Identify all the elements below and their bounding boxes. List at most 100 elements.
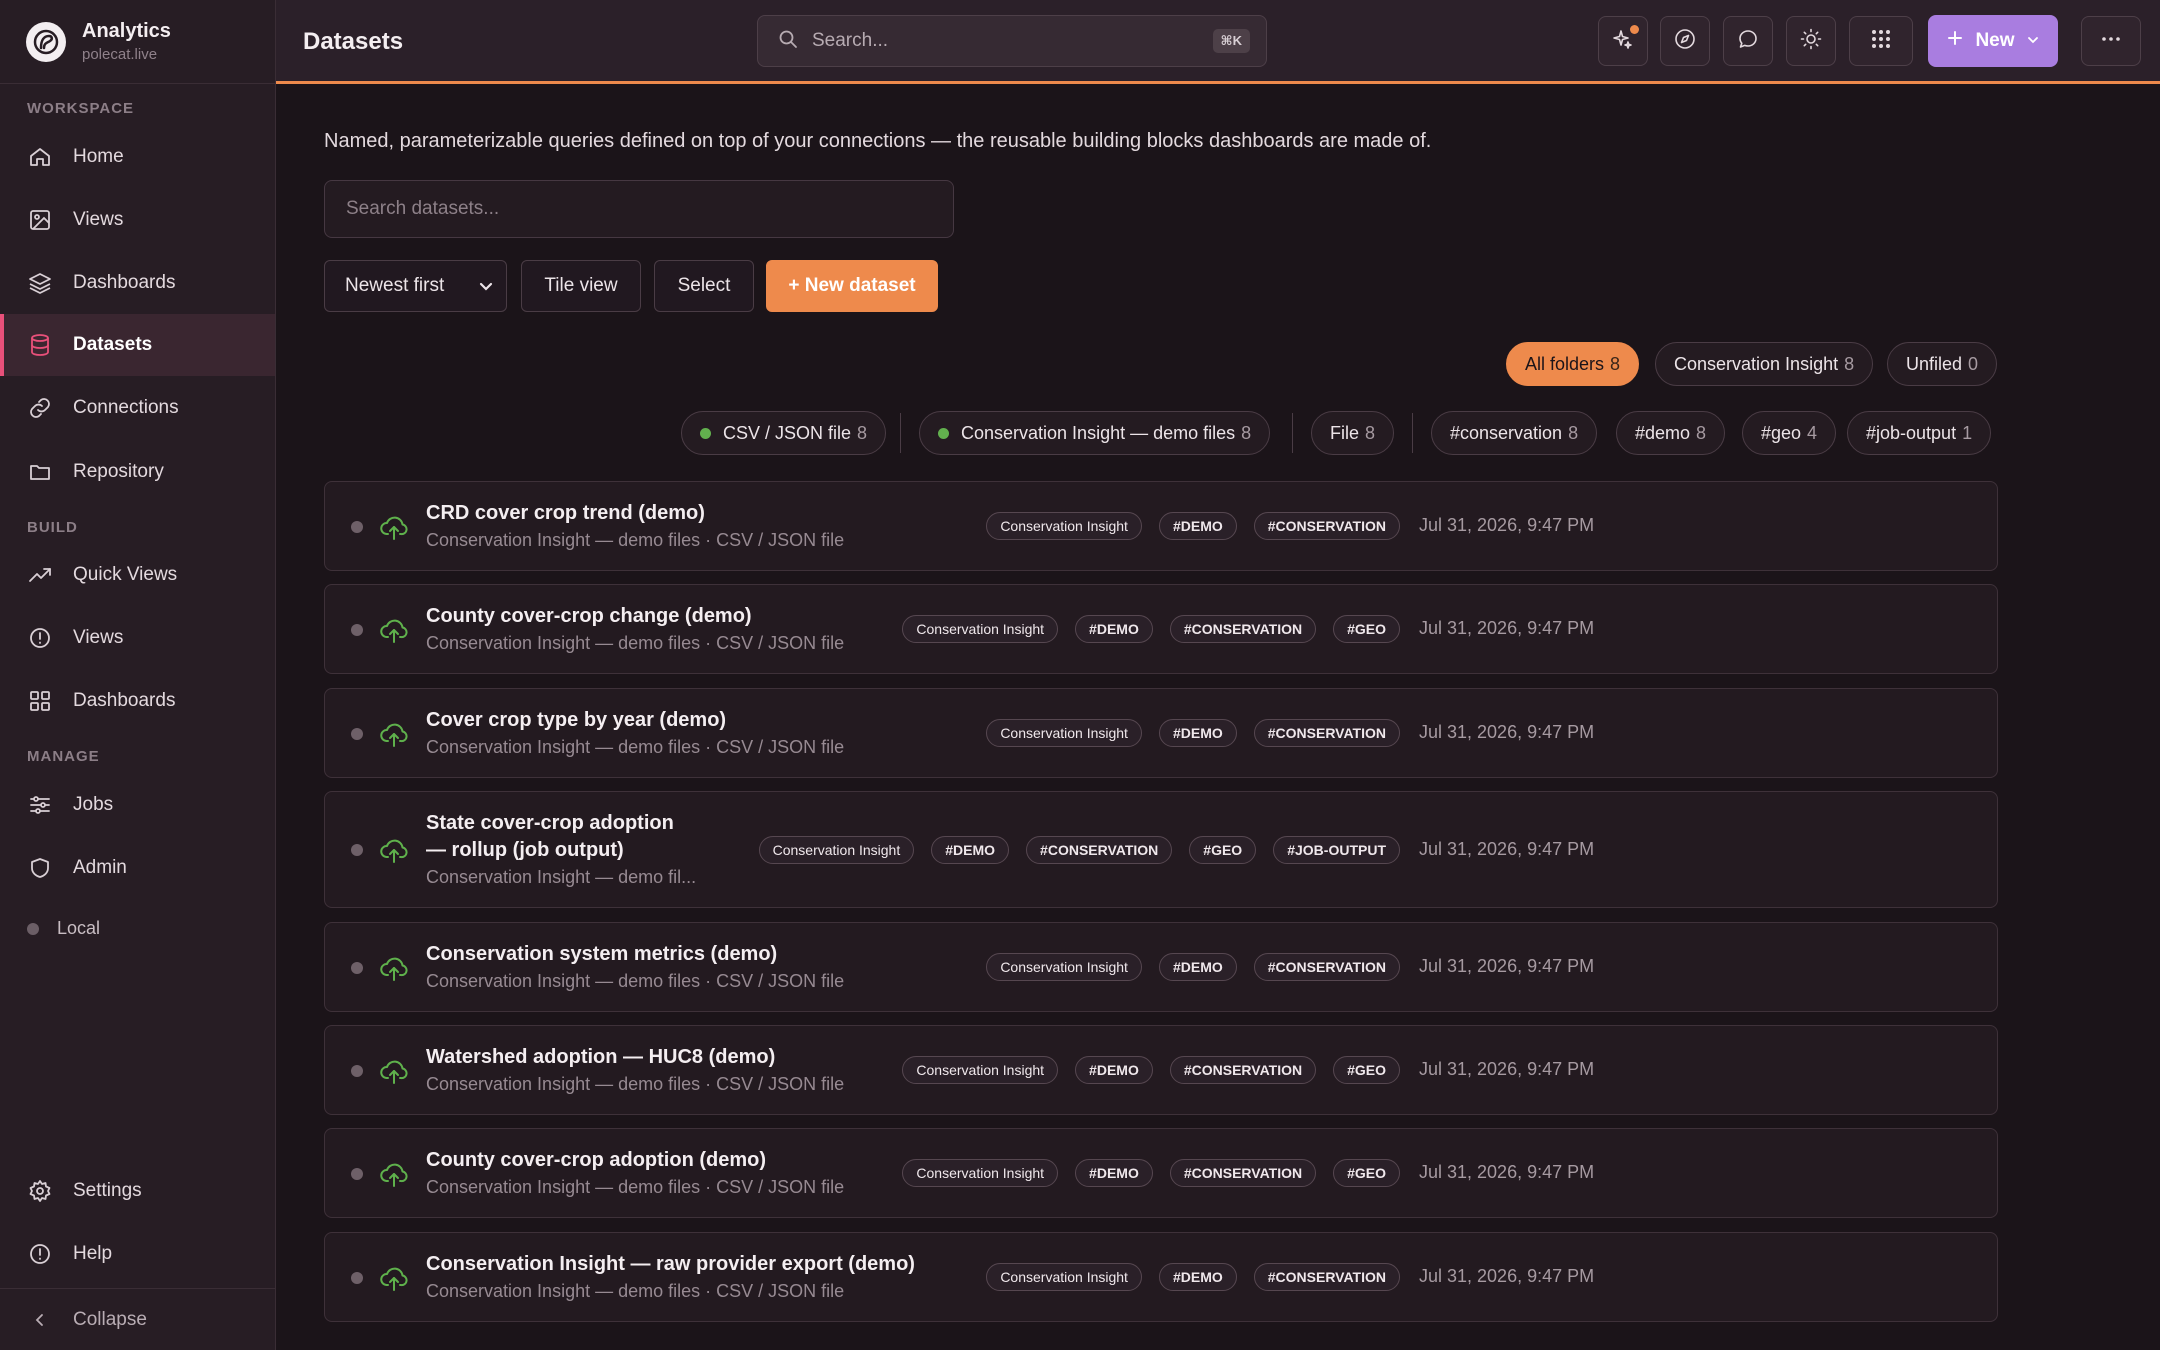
dataset-row[interactable]: Cover crop type by year (demo) Conservat… — [324, 688, 1998, 778]
tag-badge[interactable]: #GEO — [1333, 615, 1400, 643]
tag-badge[interactable]: #CONSERVATION — [1169, 1159, 1317, 1187]
filter-chip-kind[interactable]: File 8 — [1311, 411, 1395, 455]
dataset-name[interactable]: County cover-crop change (demo) — [426, 605, 752, 628]
dataset-name[interactable]: CRD cover crop trend (demo) — [426, 502, 705, 525]
tag-badge[interactable]: #CONSERVATION — [1253, 719, 1400, 747]
chip-count: 8 — [1568, 422, 1579, 443]
tag-badge[interactable]: #CONSERVATION — [1169, 615, 1317, 643]
sidebar-item-label: Admin — [73, 857, 127, 878]
tag-badge[interactable]: #DEMO — [1075, 1056, 1153, 1084]
sidebar-item-quick-views[interactable]: Quick Views — [0, 544, 275, 606]
sort-select[interactable]: Newest first — [324, 260, 507, 312]
new-button[interactable]: New — [1928, 15, 2058, 67]
grid-icon — [27, 688, 53, 714]
tag-badge[interactable]: #DEMO — [1158, 512, 1237, 540]
explore-button[interactable] — [1660, 16, 1710, 66]
sidebar-item-build-views[interactable]: Views — [0, 607, 275, 669]
tag-badge[interactable]: #CONSERVATION — [1253, 1263, 1400, 1291]
new-dataset-button[interactable]: + New dataset — [766, 260, 938, 312]
dataset-row[interactable]: County cover-crop adoption (demo) Conser… — [324, 1128, 1998, 1218]
folder-tag[interactable]: Conservation Insight — [986, 512, 1142, 540]
tag-badge[interactable]: #JOB-OUTPUT — [1273, 836, 1400, 864]
dataset-name[interactable]: Conservation Insight — raw provider expo… — [426, 1253, 915, 1276]
tag-badge[interactable]: #CONSERVATION — [1253, 953, 1400, 981]
dataset-name[interactable]: Cover crop type by year (demo) — [426, 709, 726, 732]
tag-badge[interactable]: #GEO — [1189, 836, 1257, 864]
tag-badge[interactable]: #CONSERVATION — [1026, 836, 1173, 864]
sidebar-item-jobs[interactable]: Jobs — [0, 774, 275, 836]
sliders-icon — [27, 792, 53, 818]
sidebar-item-admin[interactable]: Admin — [0, 837, 275, 899]
tag-badge[interactable]: #GEO — [1333, 1056, 1400, 1084]
theme-toggle-button[interactable] — [1786, 16, 1836, 66]
apps-button[interactable] — [1849, 16, 1913, 66]
dataset-name-line-2[interactable]: — rollup (job output) — [426, 839, 624, 862]
filter-chip-tag-geo[interactable]: #geo 4 — [1742, 411, 1837, 455]
dataset-name[interactable]: County cover-crop adoption (demo) — [426, 1149, 766, 1172]
more-options-button[interactable] — [2081, 16, 2141, 66]
tag-badge[interactable]: #GEO — [1333, 1159, 1400, 1187]
sidebar-item-build-dashboards[interactable]: Dashboards — [0, 670, 275, 732]
sidebar-item-datasets[interactable]: Datasets — [0, 314, 275, 376]
dataset-date: Jul 31, 2026, 9:47 PM — [1419, 722, 1595, 742]
folder-tag[interactable]: Conservation Insight — [902, 1056, 1059, 1084]
tag-badge[interactable]: #DEMO — [931, 836, 1010, 864]
folder-chip-all[interactable]: All folders 8 — [1506, 342, 1640, 386]
folder-tag[interactable]: Conservation Insight — [986, 719, 1142, 747]
tag-badge[interactable]: #DEMO — [1075, 615, 1153, 643]
folder-tag[interactable]: Conservation Insight — [902, 615, 1059, 643]
global-search-input[interactable]: Search... ⌘K — [757, 15, 1267, 67]
tag-list: Conservation Insight #DEMO #CONSERVATION — [986, 719, 1400, 747]
chip-label: CSV / JSON file — [723, 422, 852, 443]
dataset-source: Conservation Insight — demo files · CSV … — [426, 1177, 845, 1197]
tag-badge[interactable]: #DEMO — [1075, 1159, 1153, 1187]
dataset-row[interactable]: State cover-crop adoption — rollup (job … — [324, 791, 1998, 908]
dataset-name[interactable]: Watershed adoption — HUC8 (demo) — [426, 1046, 775, 1069]
dataset-row[interactable]: Conservation Insight — raw provider expo… — [324, 1232, 1998, 1322]
filter-chip-type[interactable]: CSV / JSON file 8 — [681, 411, 887, 455]
folder-tag[interactable]: Conservation Insight — [758, 836, 915, 864]
sort-select-value: Newest first — [345, 275, 445, 296]
folder-tag[interactable]: Conservation Insight — [902, 1159, 1059, 1187]
dataset-row[interactable]: CRD cover crop trend (demo) Conservation… — [324, 481, 1998, 571]
sun-icon — [1800, 28, 1822, 55]
chip-label: #job-output — [1866, 422, 1957, 443]
chip-label: #geo — [1761, 422, 1802, 443]
dataset-name[interactable]: Conservation system metrics (demo) — [426, 943, 777, 966]
filter-chip-source[interactable]: Conservation Insight — demo files 8 — [919, 411, 1271, 455]
sidebar-item-repository[interactable]: Repository — [0, 441, 275, 503]
sidebar-item-connections[interactable]: Connections — [0, 377, 275, 439]
chat-button[interactable] — [1723, 16, 1773, 66]
sidebar-item-home[interactable]: Home — [0, 126, 275, 188]
dataset-search-input[interactable]: Search datasets... — [324, 180, 954, 238]
filter-chip-tag-conservation[interactable]: #conservation 8 — [1431, 411, 1598, 455]
tile-view-button[interactable]: Tile view — [521, 260, 641, 312]
filter-chip-tag-demo[interactable]: #demo 8 — [1616, 411, 1726, 455]
ai-sparkle-button[interactable] — [1598, 16, 1648, 66]
sidebar-item-help[interactable]: Help — [0, 1223, 275, 1285]
sidebar-item-settings[interactable]: Settings — [0, 1160, 275, 1222]
trend-icon — [27, 562, 53, 588]
filter-chip-tag-job-output[interactable]: #job-output 1 — [1847, 411, 1992, 455]
folder-tag[interactable]: Conservation Insight — [986, 953, 1142, 981]
tag-badge[interactable]: #CONSERVATION — [1253, 512, 1400, 540]
folder-tag[interactable]: Conservation Insight — [986, 1263, 1142, 1291]
folder-chip-conservation-insight[interactable]: Conservation Insight 8 — [1655, 342, 1874, 386]
folder-chip-unfiled[interactable]: Unfiled 0 — [1887, 342, 1998, 386]
tag-badge[interactable]: #DEMO — [1158, 1263, 1237, 1291]
cloud-upload-icon — [379, 835, 409, 870]
select-button[interactable]: Select — [654, 260, 754, 312]
dataset-name-line-1[interactable]: State cover-crop adoption — [426, 812, 674, 835]
search-icon — [778, 29, 798, 54]
tag-badge[interactable]: #DEMO — [1158, 719, 1237, 747]
dataset-row[interactable]: County cover-crop change (demo) Conserva… — [324, 584, 1998, 674]
sidebar-item-views[interactable]: Views — [0, 189, 275, 251]
dataset-row[interactable]: Conservation system metrics (demo) Conse… — [324, 922, 1998, 1012]
tag-badge[interactable]: #CONSERVATION — [1169, 1056, 1317, 1084]
collapse-button[interactable]: Collapse — [0, 1288, 275, 1350]
brand[interactable]: Analytics polecat.live — [0, 0, 275, 84]
tag-badge[interactable]: #DEMO — [1158, 953, 1237, 981]
dataset-row[interactable]: Watershed adoption — HUC8 (demo) Conserv… — [324, 1025, 1998, 1115]
sidebar-item-label: Help — [73, 1243, 113, 1264]
sidebar-item-dashboards[interactable]: Dashboards — [0, 252, 275, 314]
